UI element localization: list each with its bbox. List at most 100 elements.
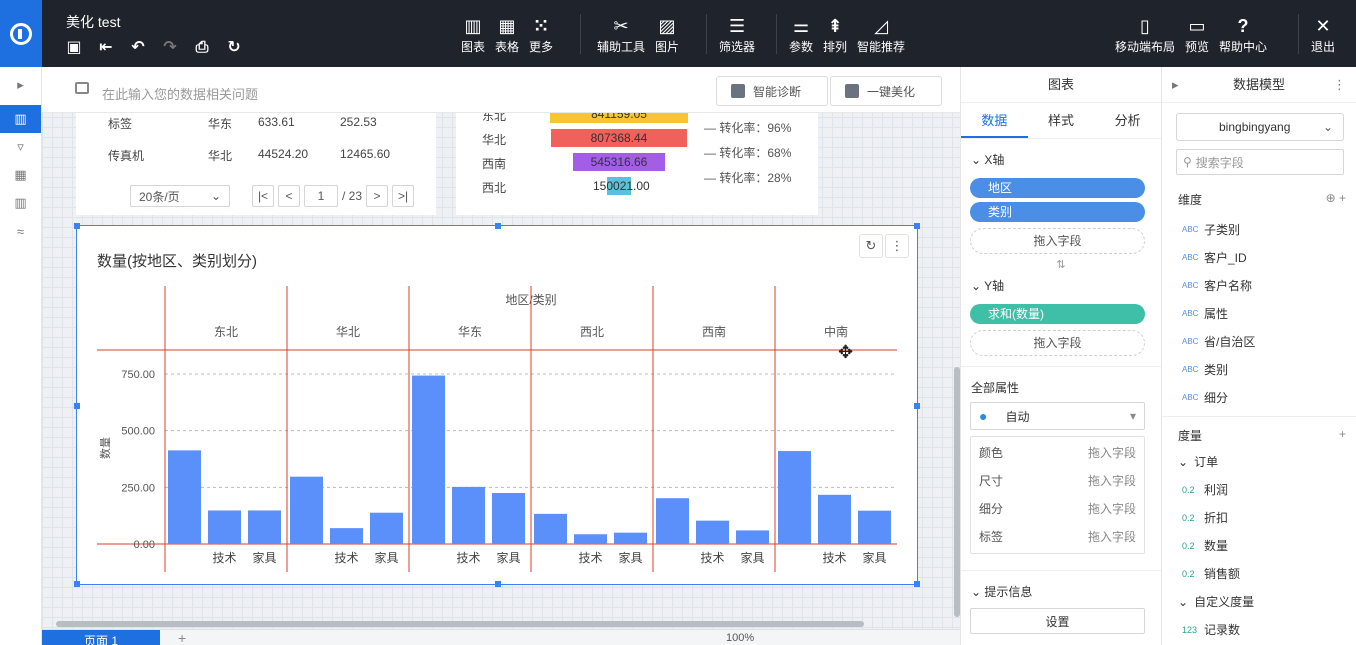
- measure-label: 数量: [1204, 539, 1229, 553]
- funnel-bar: 150021.00: [593, 177, 650, 195]
- toolbar-more-label: 更多: [529, 40, 554, 54]
- table-cell: 252.53: [340, 115, 377, 129]
- add-measure-icon[interactable]: +: [1339, 427, 1346, 444]
- refresh-icon[interactable]: ↻: [224, 38, 244, 58]
- page-size-select[interactable]: 20条/页 ⌄: [130, 185, 230, 207]
- tab-analysis[interactable]: 分析: [1094, 103, 1161, 138]
- toolbar-more-button[interactable]: ⁙ 更多: [524, 14, 558, 55]
- expand-panel-icon[interactable]: ▸: [0, 71, 41, 99]
- dimension-field[interactable]: ABC 客户名称: [1162, 272, 1356, 300]
- chat-icon: [75, 82, 89, 94]
- tooltip-section[interactable]: ⌄ 提示信息: [961, 570, 1161, 606]
- add-dimension-icon[interactable]: ⊕ +: [1326, 191, 1346, 208]
- dimension-field[interactable]: ABC 类别: [1162, 356, 1356, 384]
- undo-icon[interactable]: ↶: [128, 38, 148, 58]
- page-tab[interactable]: 页面 1: [42, 630, 160, 645]
- bar: [208, 510, 241, 544]
- toolbar-exit-label: 退出: [1311, 40, 1336, 54]
- mark-type-select[interactable]: ● 自动 ▾: [970, 402, 1145, 430]
- dataset-name: bingbingyang: [1219, 120, 1291, 134]
- horizontal-scrollbar[interactable]: [56, 621, 864, 627]
- rail-bar-icon[interactable]: ▥: [0, 189, 41, 217]
- measure-field[interactable]: 0.2 销售额: [1162, 560, 1356, 588]
- table-cell: 44524.20: [258, 147, 309, 161]
- y-field-pill[interactable]: 求和(数量): [970, 304, 1145, 324]
- prop-detail[interactable]: 细分 拖入字段: [971, 495, 1144, 523]
- measure-group[interactable]: ⌄ 订单: [1162, 448, 1356, 476]
- question-input[interactable]: 在此输入您的数据相关问题: [102, 84, 258, 103]
- toolbar-help-button[interactable]: ? 帮助中心: [1214, 14, 1272, 55]
- x-drop-zone[interactable]: 拖入字段: [970, 228, 1145, 254]
- collapse-panel-icon[interactable]: ▸: [1172, 67, 1179, 103]
- diagnose-button[interactable]: 智能诊断: [716, 76, 828, 106]
- measure-group[interactable]: ⌄ 自定义度量: [1162, 588, 1356, 616]
- toolbar-exit-button[interactable]: ✕ 退出: [1306, 14, 1340, 55]
- next-page-icon[interactable]: >: [366, 185, 389, 207]
- x-field-pill[interactable]: 类别: [970, 202, 1145, 222]
- rail-filter-icon[interactable]: ▿: [0, 133, 41, 161]
- toolbar-tools-button[interactable]: ✂ 辅助工具: [592, 14, 650, 55]
- funnel-value: 150021.00: [593, 179, 650, 193]
- rail-line-icon[interactable]: ≈: [0, 217, 41, 245]
- measure-field[interactable]: 0.2 折扣: [1162, 504, 1356, 532]
- measure-field[interactable]: 0.2 数量: [1162, 532, 1356, 560]
- preview-icon: ▭: [1188, 16, 1206, 36]
- toolbar-chart-button[interactable]: ▥ 图表: [456, 14, 490, 55]
- bar-chart-card[interactable]: 数量(按地区、类别划分) ↻ ⋮ 地区/类别 数量 750.00 500.00 250.…: [74, 223, 920, 587]
- rail-chart-icon[interactable]: ▥: [0, 105, 41, 133]
- beautify-button[interactable]: 一键美化: [830, 76, 942, 106]
- bar: [492, 493, 525, 544]
- region-label: 东北: [214, 325, 238, 339]
- prop-label-row[interactable]: 标签 拖入字段: [971, 523, 1144, 551]
- y-axis-section[interactable]: ⌄ Y轴: [961, 271, 1161, 300]
- toolbar-image-button[interactable]: ▨ 图片: [650, 14, 684, 55]
- conversion-rate: — 转化率：28%: [704, 171, 792, 185]
- app-logo[interactable]: [0, 0, 42, 67]
- prop-size[interactable]: 尺寸 拖入字段: [971, 467, 1144, 495]
- table-cell: 标签: [108, 117, 133, 131]
- measure-header: 度量 +: [1162, 416, 1356, 448]
- dataset-select[interactable]: bingbingyang ⌄: [1176, 113, 1344, 141]
- y-drop-zone[interactable]: 拖入字段: [970, 330, 1145, 356]
- dimension-field[interactable]: ABC 省/自治区: [1162, 328, 1356, 356]
- toolbar-smart-button[interactable]: ◿ 智能推荐: [852, 14, 910, 55]
- tooltip-setting-button[interactable]: 设置: [970, 608, 1145, 634]
- x-axis-section[interactable]: ⌄ X轴: [961, 139, 1161, 174]
- toolbar-align-button[interactable]: ⇞ 排列: [818, 14, 852, 55]
- dimension-field[interactable]: ABC 属性: [1162, 300, 1356, 328]
- toolbar-filter-button[interactable]: ☰ 筛选器: [714, 14, 760, 55]
- toolbar-filter-label: 筛选器: [719, 40, 756, 54]
- dimension-field[interactable]: ABC 细分: [1162, 384, 1356, 412]
- dimension-field[interactable]: ABC 子类别: [1162, 216, 1356, 244]
- save-icon[interactable]: ▣: [64, 38, 84, 58]
- print-icon[interactable]: ⎙: [192, 38, 212, 58]
- first-page-icon[interactable]: |<: [252, 185, 274, 207]
- toolbar-params-button[interactable]: ⚌ 参数: [784, 14, 818, 55]
- dimension-field[interactable]: ABC 客户_ID: [1162, 244, 1356, 272]
- add-page-icon[interactable]: +: [178, 630, 186, 645]
- grid-icon: ⁙: [533, 16, 549, 36]
- table-cell: 华北: [208, 149, 233, 163]
- x-field-pill[interactable]: 地区: [970, 178, 1145, 198]
- back-icon[interactable]: ⇤: [96, 38, 116, 58]
- field-search-input[interactable]: ⚲ 搜索字段: [1176, 149, 1344, 175]
- toolbar-preview-button[interactable]: ▭ 预览: [1180, 14, 1214, 55]
- tab-style[interactable]: 样式: [1028, 103, 1095, 138]
- toolbar-table-button[interactable]: ▦ 表格: [490, 14, 524, 55]
- measure-field[interactable]: 0.2 利润: [1162, 476, 1356, 504]
- redo-icon[interactable]: ↷: [160, 38, 180, 58]
- toolbar-mobile-button[interactable]: ▯ 移动端布局: [1110, 14, 1180, 55]
- text-type-icon: ABC: [1182, 225, 1199, 234]
- page-input[interactable]: 1: [304, 185, 338, 207]
- rail-table-icon[interactable]: ▦: [0, 161, 41, 189]
- prop-color[interactable]: 颜色 拖入字段: [971, 439, 1144, 467]
- more-icon[interactable]: ⋮: [1333, 67, 1346, 103]
- toolbar-tools-label: 辅助工具: [597, 40, 646, 54]
- y-tick-label: 0.00: [134, 539, 155, 551]
- tab-data[interactable]: 数据: [961, 103, 1028, 138]
- last-page-icon[interactable]: >|: [392, 185, 415, 207]
- measure-field[interactable]: 123 记录数: [1162, 616, 1356, 644]
- prev-page-icon[interactable]: <: [278, 185, 300, 207]
- zoom-level: 100%: [726, 632, 755, 644]
- swap-axes-icon[interactable]: ⇅: [961, 258, 1161, 271]
